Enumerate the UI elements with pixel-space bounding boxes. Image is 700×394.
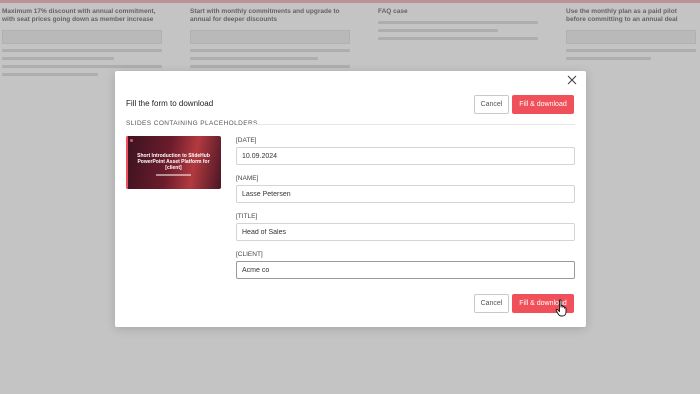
cancel-button-bottom[interactable]: Cancel [474, 294, 509, 313]
date-label: [DATE] [236, 137, 257, 144]
client-field[interactable] [236, 261, 575, 279]
logo-dot-icon [130, 139, 133, 142]
section-label: SLIDES CONTAINING PLACEHOLDERS [126, 120, 258, 127]
title-field[interactable] [236, 223, 575, 241]
cancel-button-top[interactable]: Cancel [474, 95, 509, 114]
client-label: [CLIENT] [236, 251, 263, 258]
name-label: [NAME] [236, 175, 259, 182]
close-icon[interactable] [566, 74, 578, 86]
date-field[interactable] [236, 147, 575, 165]
download-form-modal: Fill the form to download Cancel Fill & … [115, 71, 586, 327]
slide-thumbnail[interactable]: Short Introduction to SlideHub PowerPoin… [126, 136, 221, 189]
fill-download-button-top[interactable]: Fill & download [512, 95, 574, 114]
title-label: [TITLE] [236, 213, 258, 220]
thumbnail-title: Short Introduction to SlideHub PowerPoin… [137, 153, 210, 171]
section-divider [246, 124, 575, 125]
hand-pointer-icon [555, 299, 569, 317]
modal-title: Fill the form to download [126, 99, 214, 108]
name-field[interactable] [236, 185, 575, 203]
